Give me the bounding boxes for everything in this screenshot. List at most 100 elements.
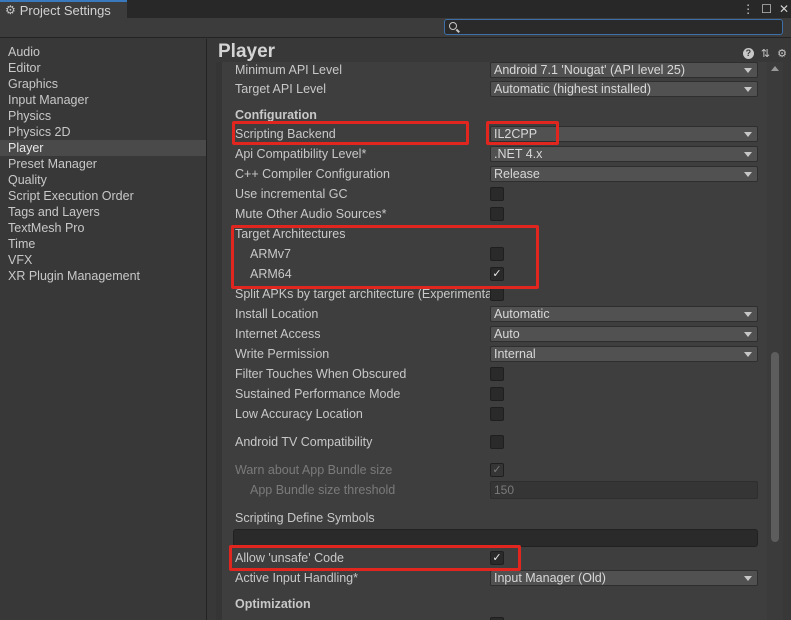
- api-compatibility-label: Api Compatibility Level*: [235, 147, 367, 161]
- internet-access-label: Internet Access: [235, 327, 321, 341]
- window-controls: ⋮ ☐ ✕: [742, 0, 789, 18]
- search-input[interactable]: [461, 20, 779, 34]
- install-location-label: Install Location: [235, 307, 319, 321]
- sustained-performance-label: Sustained Performance Mode: [235, 387, 401, 401]
- write-permission-label: Write Permission: [235, 347, 330, 361]
- search-box[interactable]: [444, 19, 783, 35]
- header-icons: ? ⇅ ⚙: [742, 47, 787, 60]
- armv7-checkbox[interactable]: [490, 247, 504, 261]
- vertical-scrollbar[interactable]: [767, 62, 783, 620]
- active-input-handling-dropdown[interactable]: Input Manager (Old): [490, 570, 758, 586]
- sidebar-item-audio[interactable]: Audio: [0, 44, 206, 60]
- page-title: Player: [218, 41, 276, 62]
- search-icon: [449, 22, 457, 30]
- chevron-down-icon: [744, 152, 752, 157]
- split-apks-checkbox[interactable]: [490, 287, 504, 301]
- search-row: [0, 18, 791, 38]
- warn-app-bundle-checkbox: ✓: [490, 463, 504, 477]
- sidebar-item-graphics[interactable]: Graphics: [0, 76, 206, 92]
- sidebar-item-quality[interactable]: Quality: [0, 172, 206, 188]
- target-api-level-label: Target API Level: [235, 82, 327, 96]
- filter-touches-label: Filter Touches When Obscured: [235, 367, 407, 381]
- app-bundle-threshold-field: 150: [490, 481, 758, 499]
- min-api-level-label: Minimum API Level: [235, 63, 342, 77]
- help-icon[interactable]: ?: [742, 48, 754, 59]
- cpp-compiler-value: Release: [494, 167, 540, 181]
- min-api-level-value: Android 7.1 'Nougat' (API level 25): [494, 63, 685, 77]
- settings-sidebar: Audio Editor Graphics Input Manager Phys…: [0, 39, 207, 620]
- internet-access-dropdown[interactable]: Auto: [490, 326, 758, 342]
- sidebar-item-input-manager[interactable]: Input Manager: [0, 92, 206, 108]
- project-settings-tab[interactable]: ⚙ Project Settings: [0, 0, 127, 18]
- arm64-label: ARM64: [250, 267, 292, 281]
- scripting-backend-label: Scripting Backend: [235, 127, 336, 141]
- sidebar-item-editor[interactable]: Editor: [0, 60, 206, 76]
- sidebar-item-tags-and-layers[interactable]: Tags and Layers: [0, 204, 206, 220]
- install-location-dropdown[interactable]: Automatic: [490, 306, 758, 322]
- chevron-down-icon: [744, 352, 752, 357]
- scroll-up-icon[interactable]: [771, 66, 779, 71]
- chevron-down-icon: [744, 87, 752, 92]
- low-accuracy-location-checkbox[interactable]: [490, 407, 504, 421]
- internet-access-value: Auto: [494, 327, 520, 341]
- sliders-icon[interactable]: ⇅: [761, 47, 770, 60]
- target-api-level-dropdown[interactable]: Automatic (highest installed): [490, 81, 758, 97]
- sidebar-item-script-execution-order[interactable]: Script Execution Order: [0, 188, 206, 204]
- sidebar-item-time[interactable]: Time: [0, 236, 206, 252]
- android-tv-label: Android TV Compatibility: [235, 435, 373, 449]
- chevron-down-icon: [744, 172, 752, 177]
- write-permission-dropdown[interactable]: Internal: [490, 346, 758, 362]
- sidebar-item-vfx[interactable]: VFX: [0, 252, 206, 268]
- allow-unsafe-code-label: Allow 'unsafe' Code: [235, 551, 345, 565]
- low-accuracy-location-label: Low Accuracy Location: [235, 407, 363, 421]
- sidebar-item-xr-plugin-management[interactable]: XR Plugin Management: [0, 268, 206, 284]
- scripting-backend-value: IL2CPP: [494, 127, 538, 141]
- target-architectures-label: Target Architectures: [235, 227, 346, 241]
- incremental-gc-checkbox[interactable]: [490, 187, 504, 201]
- install-location-value: Automatic: [494, 307, 550, 321]
- android-tv-checkbox[interactable]: [490, 435, 504, 449]
- api-compatibility-value: .NET 4.x: [494, 147, 543, 161]
- maximize-icon[interactable]: ☐: [761, 2, 772, 16]
- cpp-compiler-dropdown[interactable]: Release: [490, 166, 758, 182]
- app-bundle-threshold-label: App Bundle size threshold: [250, 483, 396, 497]
- api-compatibility-dropdown[interactable]: .NET 4.x: [490, 146, 758, 162]
- checkmark-icon: ✓: [492, 464, 502, 476]
- min-api-level-dropdown[interactable]: Android 7.1 'Nougat' (API level 25): [490, 62, 758, 78]
- more-options-icon[interactable]: ⋮: [742, 2, 754, 16]
- filter-touches-checkbox[interactable]: [490, 367, 504, 381]
- mute-audio-label: Mute Other Audio Sources*: [235, 207, 387, 221]
- allow-unsafe-code-checkbox[interactable]: ✓: [490, 551, 504, 565]
- sustained-performance-checkbox[interactable]: [490, 387, 504, 401]
- sidebar-item-physics-2d[interactable]: Physics 2D: [0, 124, 206, 140]
- scrollbar-thumb[interactable]: [771, 352, 779, 542]
- sidebar-item-player[interactable]: Player: [0, 140, 206, 156]
- configuration-heading: Configuration: [235, 108, 317, 122]
- sidebar-item-textmesh-pro[interactable]: TextMesh Pro: [0, 220, 206, 236]
- content-left-border: [216, 62, 222, 620]
- sidebar-item-preset-manager[interactable]: Preset Manager: [0, 156, 206, 172]
- arm64-checkbox[interactable]: ✓: [490, 267, 504, 281]
- settings-content: Minimum API Level Android 7.1 'Nougat' (…: [216, 62, 767, 620]
- armv7-label: ARMv7: [250, 247, 291, 261]
- chevron-down-icon: [744, 576, 752, 581]
- chevron-down-icon: [744, 312, 752, 317]
- chevron-down-icon: [744, 332, 752, 337]
- sidebar-item-physics[interactable]: Physics: [0, 108, 206, 124]
- write-permission-value: Internal: [494, 347, 536, 361]
- gear-icon[interactable]: ⚙: [777, 47, 787, 60]
- close-icon[interactable]: ✕: [779, 2, 789, 16]
- window-title: Project Settings: [19, 2, 111, 18]
- checkmark-icon: ✓: [492, 552, 502, 564]
- target-api-level-value: Automatic (highest installed): [494, 82, 652, 96]
- scripting-backend-dropdown[interactable]: IL2CPP: [490, 126, 758, 142]
- active-input-handling-label: Active Input Handling*: [235, 571, 358, 585]
- scripting-define-symbols-label: Scripting Define Symbols: [235, 511, 375, 525]
- mute-audio-checkbox[interactable]: [490, 207, 504, 221]
- scripting-define-symbols-field[interactable]: [233, 529, 758, 547]
- player-settings-panel: Player ? ⇅ ⚙ Minimum API Level Android 7…: [208, 39, 791, 620]
- chevron-down-icon: [744, 132, 752, 137]
- title-bar: ⚙ Project Settings ⋮ ☐ ✕: [0, 0, 791, 18]
- optimization-heading: Optimization: [235, 597, 311, 611]
- warn-app-bundle-label: Warn about App Bundle size: [235, 463, 393, 477]
